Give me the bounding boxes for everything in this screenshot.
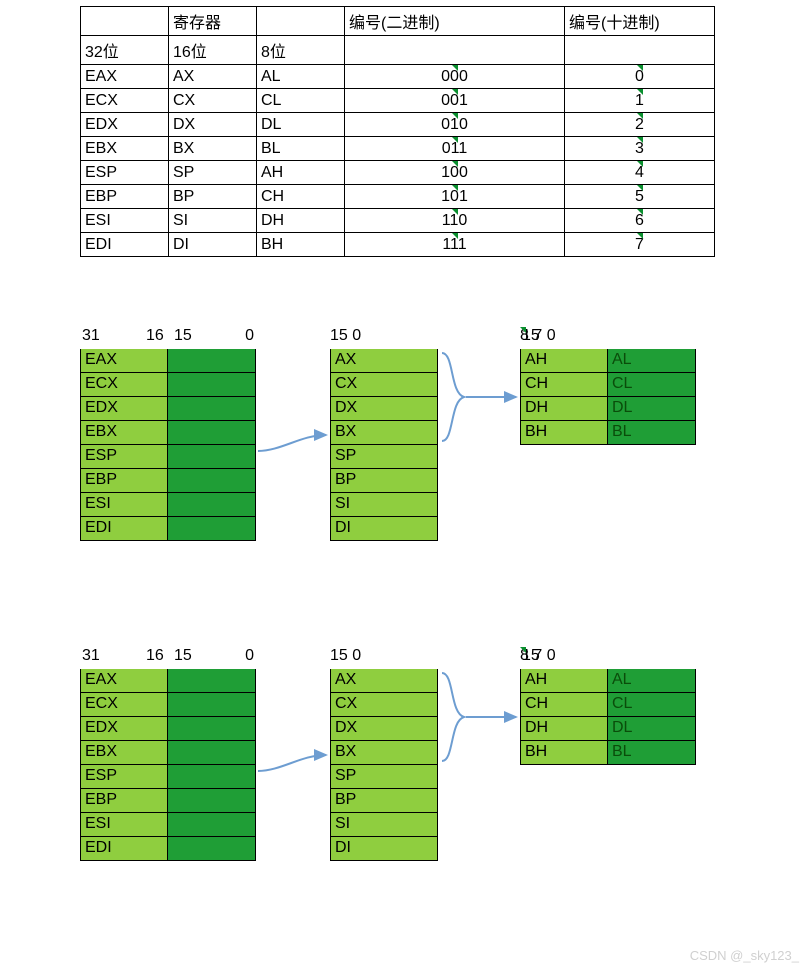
reg32-row: ESI: [80, 813, 256, 837]
reg8-row: CHCL: [520, 373, 696, 397]
table-row: ECX CX CL 001 1: [81, 89, 715, 113]
bit-labels-16: 15 0: [330, 327, 438, 349]
col-8bit: 15 8 7 0 AHAL CHCL DHDL BHBL: [520, 327, 696, 445]
register-encoding-table: 寄存器 编号(二进制) 编号(十进制) 32位 16位 8位 EAX AX AL…: [80, 6, 715, 257]
reg8-row: BHBL: [520, 741, 696, 765]
table-row: EDX DX DL 010 2: [81, 113, 715, 137]
table-width-row: 32位 16位 8位: [81, 36, 715, 65]
reg16-row: SP: [330, 445, 438, 469]
table-row: EBX BX BL 011 3: [81, 137, 715, 161]
reg32-row: ESP: [80, 765, 256, 789]
reg16-row: BX: [330, 421, 438, 445]
reg16-row: DX: [330, 397, 438, 421]
brace-arrow-16-to-8-icon: [438, 669, 520, 769]
reg8-row: DHDL: [520, 717, 696, 741]
reg8-row: BHBL: [520, 421, 696, 445]
arrow-32-to-16-icon: [256, 427, 330, 457]
table-row: EAX AX AL 000 0: [81, 65, 715, 89]
col-8bit: 15 8 7 0 AHAL CHCL DHDL BHBL: [520, 647, 696, 765]
reg16-row: SI: [330, 813, 438, 837]
reg32-row: EDX: [80, 397, 256, 421]
reg32-row: ESI: [80, 493, 256, 517]
reg32-row: EDX: [80, 717, 256, 741]
reg8-row: AHAL: [520, 669, 696, 693]
col-register: 寄存器: [169, 7, 257, 36]
table-header-row: 寄存器 编号(二进制) 编号(十进制): [81, 7, 715, 36]
col-16bit: 15 0 AX CX DX BX SP BP SI DI: [330, 327, 438, 541]
reg8-row: AHAL: [520, 349, 696, 373]
reg32-row: EBP: [80, 789, 256, 813]
bit-labels-8: 15 8 7 0: [520, 647, 696, 669]
reg32-row: ECX: [80, 693, 256, 717]
bit-labels-8: 15 8 7 0: [520, 327, 696, 349]
reg16-row: CX: [330, 373, 438, 397]
col-16bit: 15 0 AX CX DX BX SP BP SI DI: [330, 647, 438, 861]
col-binary: 编号(二进制): [345, 7, 565, 36]
reg32-row: EBX: [80, 741, 256, 765]
col-decimal: 编号(十进制): [565, 7, 715, 36]
reg16-row: SP: [330, 765, 438, 789]
register-diagram-copy: 31 16 15 0 EAX ECX EDX EBX ESP EBP ESI E…: [80, 647, 720, 907]
col-32bit: 31 16 15 0 EAX ECX EDX EBX ESP EBP ESI E…: [80, 327, 256, 541]
register-diagram: 31 16 15 0 EAX ECX EDX EBX ESP EBP ESI E…: [80, 327, 720, 587]
reg32-row: ESP: [80, 445, 256, 469]
width-32: 32位: [81, 36, 169, 65]
bit-labels-32: 31 16 15 0: [80, 327, 256, 349]
reg16-row: DI: [330, 837, 438, 861]
reg8-row: CHCL: [520, 693, 696, 717]
table-row: ESP SP AH 100 4: [81, 161, 715, 185]
arrow-32-to-16-icon: [256, 747, 330, 777]
watermark: CSDN @_sky123_: [690, 948, 799, 963]
bit-labels-32: 31 16 15 0: [80, 647, 256, 669]
reg32-row: EDI: [80, 517, 256, 541]
reg32-row: EAX: [80, 669, 256, 693]
reg32-row: EAX: [80, 349, 256, 373]
reg16-row: DI: [330, 517, 438, 541]
reg16-row: BP: [330, 789, 438, 813]
brace-arrow-16-to-8-icon: [438, 349, 520, 449]
reg16-row: SI: [330, 493, 438, 517]
bit-labels-16: 15 0: [330, 647, 438, 669]
reg32-row: ECX: [80, 373, 256, 397]
reg16-row: AX: [330, 669, 438, 693]
reg16-row: CX: [330, 693, 438, 717]
reg8-row: DHDL: [520, 397, 696, 421]
reg32-row: EDI: [80, 837, 256, 861]
reg16-row: BX: [330, 741, 438, 765]
reg32-row: EBP: [80, 469, 256, 493]
table-row: EDI DI BH 111 7: [81, 233, 715, 257]
table-row: EBP BP CH 101 5: [81, 185, 715, 209]
col-32bit: 31 16 15 0 EAX ECX EDX EBX ESP EBP ESI E…: [80, 647, 256, 861]
table-row: ESI SI DH 110 6: [81, 209, 715, 233]
reg16-row: DX: [330, 717, 438, 741]
width-16: 16位: [169, 36, 257, 65]
width-8: 8位: [257, 36, 345, 65]
reg16-row: AX: [330, 349, 438, 373]
reg16-row: BP: [330, 469, 438, 493]
reg32-row: EBX: [80, 421, 256, 445]
